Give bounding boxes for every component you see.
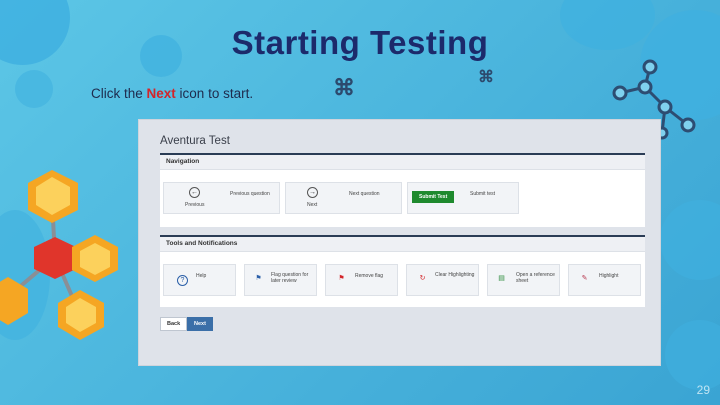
flag-question-label: Flag question for later review bbox=[271, 272, 309, 284]
decor-cross: ⌘ bbox=[333, 75, 355, 100]
app-title: Aventura Test bbox=[160, 135, 230, 147]
highlight-tile[interactable]: ✎ Highlight bbox=[568, 264, 641, 296]
decor-bubble bbox=[15, 70, 53, 108]
navigation-heading: Navigation bbox=[160, 155, 645, 170]
tools-panel: Tools and Notifications ? Help ⚑ Flag qu… bbox=[160, 235, 645, 307]
decor-bubble bbox=[660, 200, 720, 280]
decor-cross: ⌘ bbox=[478, 69, 494, 86]
test-screenshot: Aventura Test Navigation ← Previous Prev… bbox=[138, 119, 661, 366]
help-tile[interactable]: ? Help bbox=[163, 264, 236, 296]
submit-test-button[interactable]: Submit Test bbox=[412, 191, 455, 203]
reference-sheet-icon[interactable]: ▤ bbox=[496, 274, 507, 285]
previous-question-tile[interactable]: ← Previous Previous question bbox=[163, 182, 280, 214]
remove-flag-tile[interactable]: ⚑ Remove flag bbox=[325, 264, 398, 296]
flag-question-tile[interactable]: ⚑ Flag question for later review bbox=[244, 264, 317, 296]
page-number: 29 bbox=[696, 383, 710, 397]
reference-sheet-label: Open a reference sheet bbox=[516, 272, 555, 284]
decor-bubble bbox=[665, 320, 720, 390]
reference-sheet-tile[interactable]: ▤ Open a reference sheet bbox=[487, 264, 560, 296]
previous-icon-label: Previous bbox=[185, 202, 205, 208]
back-button[interactable]: Back bbox=[160, 317, 188, 331]
highlight-label: Highlight bbox=[599, 273, 619, 279]
next-caption: Next question bbox=[349, 191, 380, 197]
tools-heading: Tools and Notifications bbox=[160, 237, 645, 252]
molecule-decoration-left bbox=[0, 170, 118, 340]
highlighter-icon[interactable]: ✎ bbox=[579, 274, 590, 285]
flag-icon[interactable]: ⚑ bbox=[253, 274, 264, 285]
instruction-pre: Click the bbox=[91, 86, 147, 101]
next-button[interactable]: Next bbox=[187, 317, 213, 331]
submit-caption: Submit test bbox=[470, 191, 496, 197]
refresh-icon[interactable]: ↻ bbox=[417, 274, 428, 285]
instruction-next-highlight: Next bbox=[146, 86, 176, 101]
instruction-text: Click the Next icon to start. bbox=[91, 86, 253, 101]
next-question-tile[interactable]: → Next Next question bbox=[285, 182, 402, 214]
help-label: Help bbox=[196, 273, 207, 279]
previous-arrow-icon[interactable]: ← bbox=[189, 187, 200, 198]
remove-flag-label: Remove flag bbox=[355, 273, 384, 279]
help-icon[interactable]: ? bbox=[177, 275, 188, 286]
remove-flag-icon[interactable]: ⚑ bbox=[336, 274, 347, 285]
clear-highlighting-tile[interactable]: ↻ Clear Highlighting bbox=[406, 264, 479, 296]
slide-title: Starting Testing bbox=[231, 24, 489, 61]
next-icon-label: Next bbox=[307, 202, 318, 208]
navigation-panel: Navigation ← Previous Previous question … bbox=[160, 153, 645, 227]
submit-test-tile[interactable]: Submit Test Submit test bbox=[407, 182, 519, 214]
instruction-post: icon to start. bbox=[175, 86, 254, 101]
clear-highlighting-label: Clear Highlighting bbox=[435, 272, 475, 278]
previous-caption: Previous question bbox=[230, 191, 270, 197]
next-arrow-icon[interactable]: → bbox=[307, 187, 318, 198]
